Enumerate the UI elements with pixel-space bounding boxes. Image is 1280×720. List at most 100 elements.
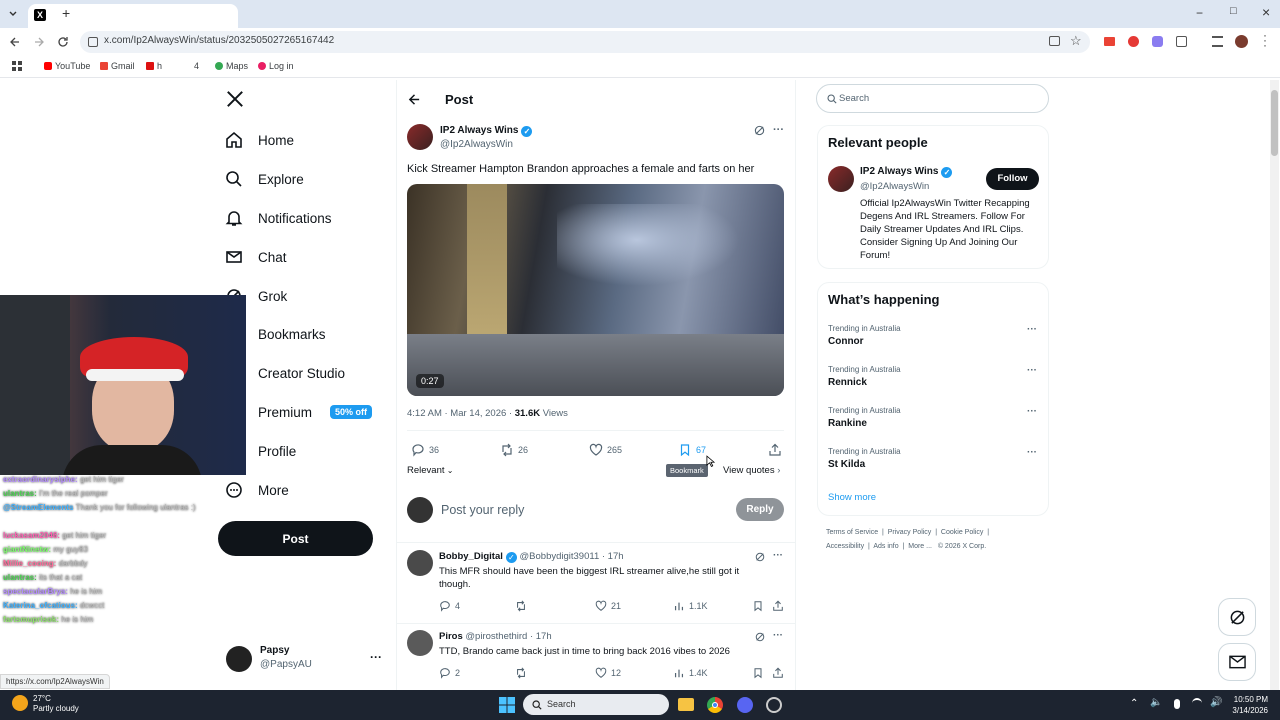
- messages-floating-button[interactable]: [1218, 643, 1256, 681]
- trend-more-icon[interactable]: ···: [1027, 447, 1037, 458]
- x-logo-icon[interactable]: [226, 90, 244, 108]
- reply-avatar[interactable]: [407, 630, 433, 656]
- bookmark-h[interactable]: h: [146, 61, 162, 71]
- grok-explain-icon[interactable]: [755, 552, 765, 562]
- composer-input[interactable]: Post your reply: [441, 503, 721, 517]
- post-video[interactable]: 0:27: [407, 184, 784, 396]
- extension-purple-icon[interactable]: [1152, 36, 1163, 47]
- profile-avatar-icon[interactable]: [1235, 35, 1248, 48]
- reply-share-icon[interactable]: [772, 600, 784, 612]
- weather-widget[interactable]: 27°C Partly cloudy: [33, 694, 79, 714]
- nav-home[interactable]: Home: [224, 130, 294, 150]
- like-action[interactable]: 265: [589, 443, 622, 457]
- browser-tab[interactable]: X: [28, 4, 238, 28]
- extension-adblock-icon[interactable]: [1128, 36, 1139, 47]
- windows-start-icon[interactable]: [499, 697, 515, 713]
- discord-icon[interactable]: [737, 697, 753, 713]
- reply-share-icon[interactable]: [772, 667, 784, 679]
- reply-views-action[interactable]: 1.4K: [673, 667, 708, 679]
- reply-sort-dropdown[interactable]: Relevant ⌄: [407, 465, 453, 476]
- account-switcher[interactable]: Papsy @PapsyAU ···: [226, 644, 386, 674]
- footer-link[interactable]: Accessibility: [826, 543, 864, 550]
- page-scrollbar[interactable]: [1270, 80, 1279, 690]
- extension-gmail-icon[interactable]: [1104, 37, 1115, 46]
- reply-reply-action[interactable]: 4: [439, 600, 460, 612]
- microphone-icon[interactable]: [1174, 699, 1180, 709]
- trend-more-icon[interactable]: ···: [1027, 324, 1037, 335]
- install-app-icon[interactable]: [1049, 36, 1060, 46]
- footer-link[interactable]: Privacy Policy: [888, 529, 932, 536]
- window-minimize-button[interactable]: −: [1196, 6, 1203, 20]
- grok-explain-icon[interactable]: [755, 632, 765, 642]
- bookmark-maps[interactable]: Maps: [215, 61, 248, 71]
- address-bar[interactable]: x.com/Ip2AlwaysWin/status/20325050272651…: [80, 31, 1090, 53]
- volume-icon[interactable]: 🔊: [1210, 697, 1222, 708]
- search-box[interactable]: Search: [816, 84, 1049, 113]
- speaker-icon[interactable]: 🔈: [1150, 697, 1162, 708]
- trend-item[interactable]: Trending in Australia Connor ···: [828, 324, 1043, 347]
- reply-bookmark-icon[interactable]: [752, 667, 764, 679]
- browser-menu-icon[interactable]: · · ·: [1263, 29, 1267, 51]
- nav-notifications[interactable]: Notifications: [224, 208, 332, 228]
- reply-like-action[interactable]: 21: [595, 600, 621, 612]
- site-info-icon[interactable]: [88, 37, 98, 47]
- bookmark-login[interactable]: Log in: [258, 61, 294, 71]
- trend-more-icon[interactable]: ···: [1027, 406, 1037, 417]
- post-author-handle[interactable]: @Ip2AlwaysWin: [440, 139, 513, 150]
- reply-item[interactable]: Bobby_Digital ✓ @Bobbydigit39011 · 17h ··…: [397, 544, 795, 624]
- follow-button[interactable]: Follow: [986, 168, 1039, 190]
- tab-search-icon[interactable]: [7, 8, 19, 20]
- new-tab-button[interactable]: +: [62, 5, 70, 21]
- wifi-icon[interactable]: [1192, 698, 1202, 708]
- grok-floating-button[interactable]: [1218, 598, 1256, 636]
- scrollbar-thumb[interactable]: [1271, 90, 1278, 156]
- reply-more-icon[interactable]: ···: [773, 550, 783, 561]
- bookmark-youtube[interactable]: YouTube: [44, 61, 90, 71]
- reply-avatar[interactable]: [407, 550, 433, 576]
- tray-chevron-icon[interactable]: ⌃: [1130, 698, 1138, 709]
- reply-bookmark-icon[interactable]: [752, 600, 764, 612]
- window-close-button[interactable]: ×: [1262, 4, 1270, 20]
- trend-item[interactable]: Trending in Australia Rankine ···: [828, 406, 1043, 429]
- bookmark-action[interactable]: 67: [678, 443, 706, 457]
- reply-like-action[interactable]: 12: [595, 667, 621, 679]
- nav-explore[interactable]: Explore: [224, 169, 304, 189]
- reply-action[interactable]: 36: [411, 443, 439, 457]
- share-action[interactable]: [768, 443, 782, 457]
- bookmark-gmail[interactable]: Gmail: [100, 61, 135, 71]
- header-back-icon[interactable]: [408, 93, 421, 106]
- repost-action[interactable]: 26: [500, 443, 528, 457]
- footer-link[interactable]: More ...: [908, 543, 932, 550]
- back-icon[interactable]: [9, 36, 21, 48]
- extensions-puzzle-icon[interactable]: [1176, 36, 1187, 47]
- forward-icon[interactable]: [33, 36, 45, 48]
- bookmark-4[interactable]: 4: [194, 61, 199, 71]
- reply-more-icon[interactable]: ···: [773, 630, 783, 641]
- reply-item[interactable]: Piros @pirosthethird · 17h ··· TTD, Bran…: [397, 624, 795, 690]
- post-author-avatar[interactable]: [407, 124, 433, 150]
- bookmark-star-icon[interactable]: ☆: [1070, 33, 1082, 49]
- reply-views-action[interactable]: 1.1K: [673, 600, 708, 612]
- trend-more-icon[interactable]: ···: [1027, 365, 1037, 376]
- trend-item[interactable]: Trending in Australia Rennick ···: [828, 365, 1043, 388]
- reply-reply-action[interactable]: 2: [439, 667, 460, 679]
- show-more-link[interactable]: Show more: [828, 492, 876, 503]
- window-maximize-button[interactable]: □: [1230, 5, 1237, 17]
- apps-grid-icon[interactable]: [12, 61, 22, 71]
- grok-explain-icon[interactable]: [754, 125, 765, 136]
- chrome-icon[interactable]: [707, 697, 723, 713]
- nav-premium[interactable]: Premium 50% off: [224, 402, 373, 422]
- footer-link[interactable]: Cookie Policy: [941, 529, 983, 536]
- relevant-person-avatar[interactable]: [828, 166, 854, 192]
- reply-repost-action[interactable]: [515, 600, 531, 612]
- view-quotes-link[interactable]: View quotes ›: [723, 465, 780, 476]
- post-button[interactable]: Post: [218, 521, 373, 556]
- clock[interactable]: 10:50 PM 3/14/2026: [1228, 694, 1268, 716]
- post-author-name[interactable]: IP2 Always Wins ✓: [440, 125, 533, 137]
- reading-list-icon[interactable]: [1212, 36, 1223, 47]
- taskbar-app-icon[interactable]: [766, 697, 782, 713]
- footer-link[interactable]: Terms of Service: [826, 529, 878, 536]
- composer-reply-button[interactable]: Reply: [736, 498, 784, 521]
- reload-icon[interactable]: [57, 36, 69, 48]
- file-explorer-icon[interactable]: [678, 698, 694, 711]
